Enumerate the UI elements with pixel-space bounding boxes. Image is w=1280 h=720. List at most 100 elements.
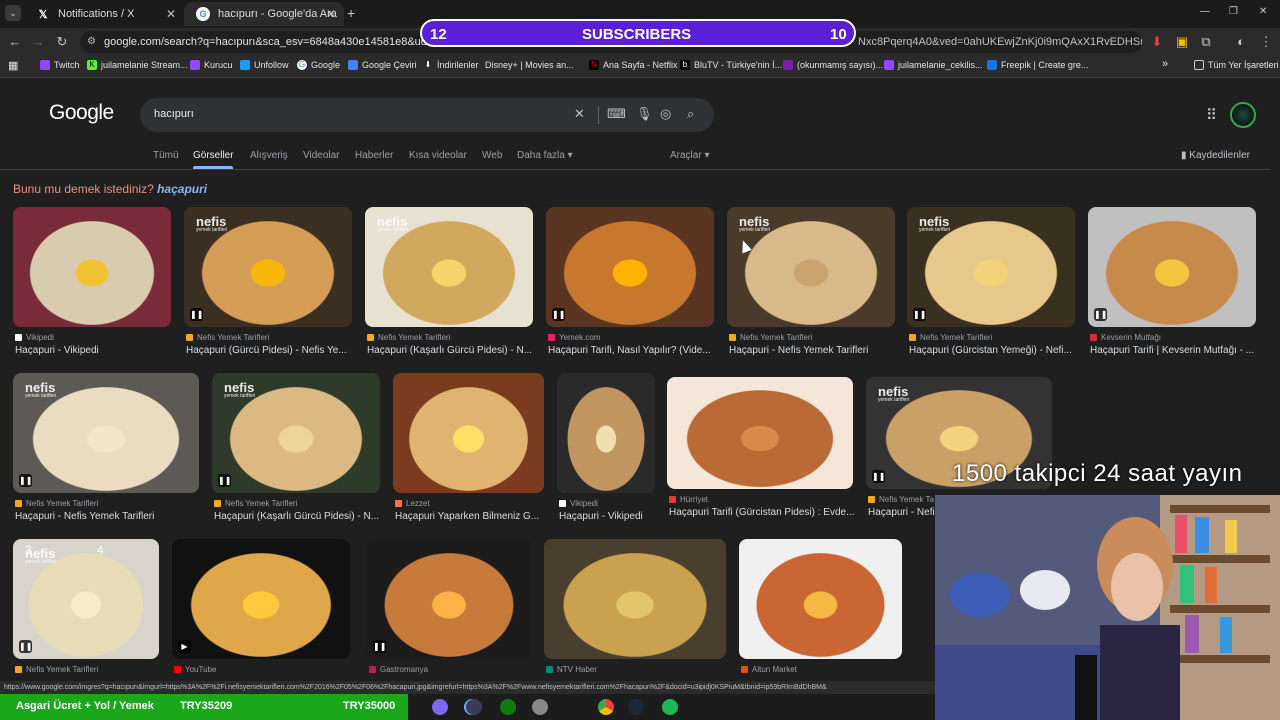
result-title[interactable]: Haçapuri (Gürcistan Yemeği) - Nefi... (909, 345, 1097, 356)
result-image[interactable] (13, 207, 171, 327)
image-result-card[interactable]: nefis yemek tarifleri ❚❚ Nefis Yemek Tarifl… (907, 207, 1075, 367)
result-source[interactable]: Gastromanya (369, 665, 428, 674)
result-source[interactable]: Altun Market (741, 665, 797, 674)
tab-shopping[interactable]: Alışveriş (250, 150, 288, 161)
restore-button[interactable]: ❐ (1229, 6, 1238, 17)
bookmark-unread[interactable]: (okunmamış sayısı)... (783, 60, 883, 70)
bookmark-blutv[interactable]: b BluTV - Türkiye'nin İ... (680, 60, 782, 70)
tab-short-videos[interactable]: Kısa videolar (409, 150, 467, 161)
microphone-icon[interactable]: 🎙 (636, 106, 653, 122)
tab-search-button[interactable]: ⌄ (5, 5, 21, 21)
result-source[interactable]: NTV Haber (546, 665, 597, 674)
tab-all[interactable]: Tümü (153, 150, 179, 161)
tab-videos[interactable]: Videolar (303, 150, 340, 161)
result-image[interactable]: nefis yemek tarifleri ❚❚ (13, 373, 199, 493)
new-tab-button[interactable]: + (347, 5, 355, 21)
image-result-card[interactable]: nefis yemek tarifleri ❚❚ Nefis Yemek Tarifl… (13, 373, 199, 533)
search-box[interactable]: hacıpurı ✕ ⌨ 🎙 ◎ ⌕ (140, 98, 714, 132)
all-bookmarks[interactable]: Tüm Yer İşaretleri (1194, 60, 1279, 70)
app-icon[interactable] (466, 699, 482, 715)
bookmark-unfollow[interactable]: Unfollow (240, 60, 289, 70)
profile-icon[interactable]: ◐ (1233, 34, 1249, 50)
result-image[interactable]: ❚❚ (367, 539, 531, 659)
result-image[interactable] (544, 539, 726, 659)
image-result-card[interactable]: nefis yemek tarifleri ❚❚ Nefis Yemek Tarifl… (212, 373, 380, 533)
apps-grid-icon[interactable]: ⠿ (1206, 106, 1217, 124)
bookmark-translate[interactable]: Google Çeviri (348, 60, 417, 70)
image-result-card[interactable]: nefis yemek tarifleri Nefis Yemek Tarifler… (727, 207, 895, 367)
result-image[interactable]: nefis yemek tarifleri ❚❚ (212, 373, 380, 493)
extensions-puzzle-icon[interactable]: ⧉ (1198, 34, 1214, 50)
download-icon[interactable]: ⬇ (1149, 34, 1165, 50)
result-source[interactable]: Nefis Yemek Tarifleri (367, 333, 450, 342)
result-source[interactable]: Hürriyet (669, 495, 708, 504)
reload-icon[interactable]: ↻ (54, 34, 70, 50)
result-image[interactable]: nefis yemek tarifleri (727, 207, 895, 327)
result-source[interactable]: Nefis Yemek Tarifleri (15, 665, 98, 674)
tab-google-search[interactable]: G hacıpurı - Google'da Ara ✕ (184, 2, 344, 26)
result-source[interactable]: Vikipedi (559, 499, 598, 508)
avatar[interactable] (1230, 102, 1256, 128)
bookmark-disney[interactable]: Disney+ | Movies an... (485, 60, 574, 70)
result-title[interactable]: Haçapuri Tarifi | Kevserin Mutfağı - ... (1090, 345, 1278, 356)
window-close-button[interactable]: ✕ (1259, 6, 1267, 17)
site-info-icon[interactable]: ⚙ (87, 31, 96, 53)
spelling-suggestion-link[interactable]: haçapuri (157, 182, 207, 196)
more-bookmarks-icon[interactable]: » (1162, 58, 1168, 70)
bookmark-twitch[interactable]: Twitch (40, 60, 80, 70)
bookmark-downloads[interactable]: ⬇ İndirilenler (423, 60, 479, 70)
result-source[interactable]: Nefis Yemek Ta (868, 495, 934, 504)
result-title[interactable]: Haçapuri - Vikipedi (559, 511, 677, 522)
result-source[interactable]: Lezzet (395, 499, 430, 508)
result-title[interactable]: Haçapuri - Vikipedi (15, 345, 193, 356)
search-icon[interactable]: ⌕ (687, 106, 694, 122)
chrome-icon[interactable] (598, 699, 614, 715)
keyboard-icon[interactable]: ⌨ (607, 106, 626, 122)
image-result-card[interactable]: NTV Haber (544, 539, 726, 699)
tab-notifications[interactable]: 𝕏 Notifications / X ✕ (24, 2, 184, 26)
close-icon[interactable]: ✕ (326, 7, 336, 21)
app-icon[interactable] (432, 699, 448, 715)
result-image[interactable]: nefis yemek tarifleri ❚❚ (907, 207, 1075, 327)
xbox-icon[interactable] (500, 699, 516, 715)
image-result-card[interactable]: ❚❚ Yemek.com Haçapuri Tarifi, Nasıl Yapılı… (546, 207, 714, 367)
image-result-card[interactable]: Lezzet Haçapuri Yaparken Bilmeniz G... (393, 373, 544, 533)
image-result-card[interactable]: ▶ YouTube (172, 539, 350, 699)
forward-icon[interactable]: → (30, 34, 46, 50)
result-source[interactable]: Nefis Yemek Tarifleri (214, 499, 297, 508)
result-source[interactable]: YouTube (174, 665, 216, 674)
image-result-card[interactable]: Altun Market (739, 539, 902, 699)
tab-news[interactable]: Haberler (355, 150, 393, 161)
result-image[interactable] (667, 377, 853, 489)
bookmark-netflix[interactable]: N Ana Sayfa - Netflix (589, 60, 678, 70)
clear-icon[interactable]: ✕ (574, 106, 585, 122)
result-source[interactable]: Nefis Yemek Tarifleri (186, 333, 269, 342)
saved-button[interactable]: ▮ Kaydedilenler (1181, 150, 1250, 161)
google-logo[interactable]: Google (49, 101, 114, 125)
search-input[interactable]: hacıpurı (154, 108, 194, 120)
result-source[interactable]: Yemek.com (548, 333, 601, 342)
steam-icon[interactable] (628, 699, 644, 715)
result-source[interactable]: Nefis Yemek Tarifleri (909, 333, 992, 342)
close-icon[interactable]: ✕ (166, 7, 176, 21)
minimize-button[interactable]: — (1200, 6, 1210, 17)
result-image[interactable]: nefis yemek tarifleri ❚❚ (184, 207, 352, 327)
image-result-card[interactable]: nefis yemek tarifleri Nefis Yemek Tarifler… (365, 207, 533, 367)
camera-lens-icon[interactable]: ◎ (660, 106, 671, 122)
bookmark-google[interactable]: G Google (297, 60, 340, 70)
tab-more[interactable]: Daha fazla ▾ (517, 150, 573, 161)
result-source[interactable]: Vikipedi (15, 333, 54, 342)
spotify-icon[interactable] (662, 699, 678, 715)
image-result-card[interactable]: Hürriyet Haçapuri Tarifi (Gürcistan Pides… (667, 377, 854, 529)
apps-icon[interactable]: ▦ (8, 59, 18, 72)
result-image[interactable] (739, 539, 902, 659)
result-source[interactable]: Kevserin Mutfağı (1090, 333, 1161, 342)
back-icon[interactable]: ← (7, 34, 23, 50)
result-source[interactable]: Nefis Yemek Tarifleri (729, 333, 812, 342)
result-image[interactable]: nefis yemek tarifleri 3 4 ❚❚ (13, 539, 159, 659)
result-title[interactable]: Haçapuri - Nefis Yemek Tarifleri (729, 345, 917, 356)
tab-web[interactable]: Web (482, 150, 502, 161)
image-result-card[interactable]: Vikipedi Haçapuri - Vikipedi (13, 207, 171, 367)
menu-icon[interactable]: ⋮ (1258, 34, 1274, 50)
bookmark-kurucu[interactable]: Kurucu (190, 60, 233, 70)
